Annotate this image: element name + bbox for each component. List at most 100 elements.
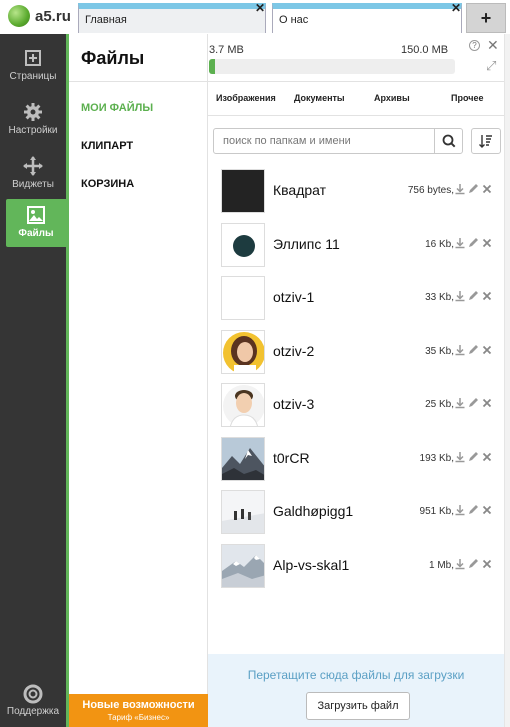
sidebar-item-files[interactable]: Файлы: [6, 199, 66, 247]
tab-images[interactable]: Изображения: [216, 93, 276, 103]
sort-button[interactable]: [471, 128, 501, 154]
delete-icon[interactable]: [481, 290, 493, 302]
edit-icon[interactable]: [467, 344, 479, 356]
divider: [208, 115, 504, 116]
file-row[interactable]: otziv-2 35 Kb,: [208, 329, 504, 383]
file-row[interactable]: otziv-1 33 Kb,: [208, 275, 504, 329]
download-icon[interactable]: [454, 344, 466, 356]
storage-progress-fill: [209, 59, 216, 74]
file-thumbnail[interactable]: [221, 222, 265, 267]
sidebar: Страницы Настройки Виджеты Файлы Поддерж…: [0, 34, 66, 727]
file-thumbnail[interactable]: [221, 169, 265, 213]
tab-home[interactable]: Главная ✕: [78, 2, 266, 33]
file-actions: [454, 183, 494, 197]
support-button[interactable]: Поддержка: [0, 684, 66, 717]
download-icon[interactable]: [454, 290, 466, 302]
tab-documents[interactable]: Документы: [294, 93, 345, 103]
help-icon[interactable]: ?: [469, 40, 480, 51]
file-row[interactable]: Эллипс 11 16 Kb,: [208, 222, 504, 276]
logo[interactable]: a5.ru: [8, 4, 71, 28]
search-button[interactable]: [434, 129, 462, 153]
search-box: [213, 128, 463, 154]
sort-icon: [479, 135, 492, 148]
file-actions: [454, 451, 494, 465]
expand-icon[interactable]: ⤢: [486, 58, 496, 74]
file-size: 951 Kb,: [419, 506, 454, 517]
edit-icon[interactable]: [467, 558, 479, 570]
upload-dropzone[interactable]: Перетащите сюда файлы для загрузки Загру…: [208, 654, 504, 727]
scrollbar[interactable]: [504, 34, 510, 727]
delete-icon[interactable]: [481, 558, 493, 570]
close-tab-icon[interactable]: ✕: [255, 2, 265, 14]
file-name: otziv-1: [273, 289, 315, 305]
edit-icon[interactable]: [467, 183, 479, 195]
edit-icon[interactable]: [467, 451, 479, 463]
files-main: 3.7 MB 150.0 MB ? ✕ ⤢ Изображения Докуме…: [208, 34, 504, 727]
download-icon[interactable]: [454, 397, 466, 409]
delete-icon[interactable]: [481, 344, 493, 356]
logo-icon: [8, 5, 30, 27]
file-thumbnail[interactable]: [221, 329, 265, 374]
divider: [208, 81, 504, 82]
tab-label: Главная: [85, 14, 127, 26]
new-features-button[interactable]: Новые возможности Тариф «Бизнес»: [69, 694, 208, 727]
file-actions: [454, 397, 494, 411]
category-trash[interactable]: КОРЗИНА: [81, 178, 134, 190]
sidebar-item-label: Файлы: [18, 228, 54, 239]
file-thumbnail[interactable]: [221, 383, 265, 427]
sidebar-item-settings[interactable]: Настройки: [0, 96, 66, 146]
lifebuoy-icon: [23, 684, 43, 704]
sidebar-item-widgets[interactable]: Виджеты: [0, 150, 66, 200]
support-label: Поддержка: [6, 706, 60, 717]
edit-icon[interactable]: [467, 237, 479, 249]
download-icon[interactable]: [454, 504, 466, 516]
gear-icon: [24, 103, 42, 121]
sidebar-item-label: Настройки: [8, 125, 58, 136]
category-clipart[interactable]: КЛИПАРТ: [81, 140, 133, 152]
file-thumbnail[interactable]: [221, 543, 265, 588]
upload-file-button[interactable]: Загрузить файл: [306, 692, 410, 720]
delete-icon[interactable]: [481, 237, 493, 249]
new-tab-button[interactable]: +: [466, 3, 506, 33]
file-thumbnail[interactable]: [221, 276, 265, 320]
storage-used: 3.7 MB: [209, 44, 244, 56]
category-my-files[interactable]: МОИ ФАЙЛЫ: [81, 102, 153, 114]
file-categories-panel: Файлы МОИ ФАЙЛЫ КЛИПАРТ КОРЗИНА Новые во…: [69, 34, 208, 727]
delete-icon[interactable]: [481, 183, 493, 195]
tab-about[interactable]: О нас ✕: [272, 2, 462, 33]
file-row[interactable]: Galdhøpigg1 951 Kb,: [208, 489, 504, 543]
file-actions: [454, 558, 494, 572]
delete-icon[interactable]: [481, 397, 493, 409]
file-name: t0rCR: [273, 449, 310, 466]
download-icon[interactable]: [454, 237, 466, 249]
file-row[interactable]: Alp-vs-skal1 1 Mb,: [208, 543, 504, 597]
file-thumbnail[interactable]: [221, 490, 265, 534]
sidebar-item-pages[interactable]: Страницы: [0, 42, 66, 92]
file-row[interactable]: Квадрат 756 bytes,: [208, 168, 504, 222]
file-size: 25 Kb,: [425, 399, 454, 410]
file-row[interactable]: otziv-3 25 Kb,: [208, 382, 504, 436]
download-icon[interactable]: [454, 183, 466, 195]
search-input[interactable]: [214, 129, 429, 153]
download-icon[interactable]: [454, 558, 466, 570]
tab-archives[interactable]: Архивы: [374, 93, 410, 103]
delete-icon[interactable]: [481, 451, 493, 463]
pages-icon: [25, 50, 41, 66]
file-thumbnail[interactable]: [221, 436, 265, 481]
file-size: 16 Kb,: [425, 238, 454, 250]
edit-icon[interactable]: [467, 504, 479, 516]
dropzone-text: Перетащите сюда файлы для загрузки: [247, 668, 465, 682]
edit-icon[interactable]: [467, 290, 479, 302]
file-row[interactable]: t0rCR 193 Kb,: [208, 436, 504, 490]
file-name: Эллипс 11: [273, 235, 340, 252]
close-tab-icon[interactable]: ✕: [451, 2, 461, 14]
sidebar-item-label: Виджеты: [12, 179, 54, 190]
delete-icon[interactable]: [481, 504, 493, 516]
edit-icon[interactable]: [467, 397, 479, 409]
close-icon[interactable]: ✕: [487, 37, 499, 54]
browser-tabs: Главная ✕ О нас ✕ +: [78, 2, 510, 33]
search-icon: [442, 134, 456, 148]
tab-other[interactable]: Прочее: [451, 93, 483, 103]
file-size: 1 Mb,: [428, 559, 454, 571]
download-icon[interactable]: [454, 451, 466, 463]
